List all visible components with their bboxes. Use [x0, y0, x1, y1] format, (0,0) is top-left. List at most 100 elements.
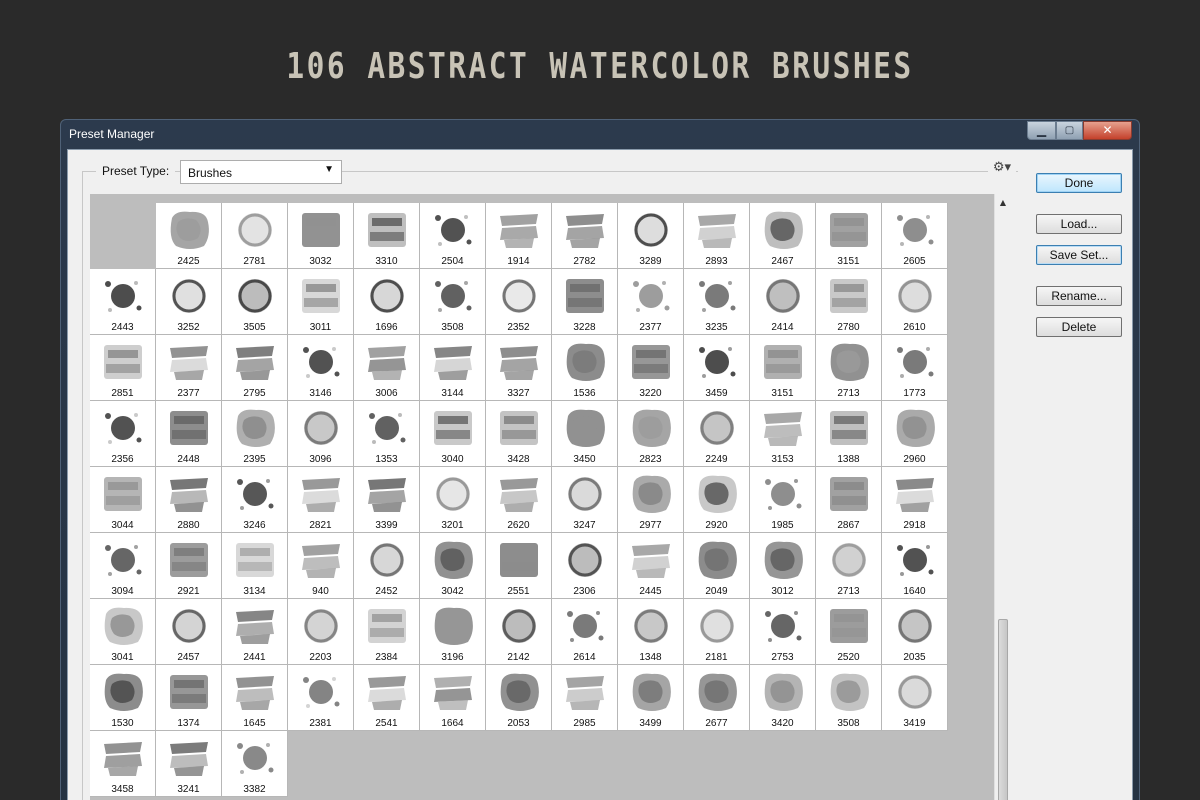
brush-preset-tile[interactable]: 3096 — [288, 401, 354, 467]
brush-preset-tile[interactable]: 3399 — [354, 467, 420, 533]
brush-preset-tile[interactable]: 1348 — [618, 599, 684, 665]
brush-preset-tile[interactable]: 2181 — [684, 599, 750, 665]
brush-preset-tile[interactable]: 2352 — [486, 269, 552, 335]
brush-preset-tile[interactable]: 1985 — [750, 467, 816, 533]
brush-preset-tile[interactable]: 3153 — [750, 401, 816, 467]
brush-preset-tile[interactable]: 1773 — [882, 335, 948, 401]
brush-preset-tile[interactable]: 2467 — [750, 203, 816, 269]
brush-preset-tile[interactable]: 2880 — [156, 467, 222, 533]
gear-icon[interactable]: ⚙▾ — [988, 160, 1016, 176]
brush-preset-tile[interactable]: 2381 — [288, 665, 354, 731]
brush-preset-tile[interactable]: 2445 — [618, 533, 684, 599]
brush-preset-tile[interactable]: 2985 — [552, 665, 618, 731]
brush-preset-tile[interactable]: 3006 — [354, 335, 420, 401]
brush-preset-tile[interactable]: 1914 — [486, 203, 552, 269]
brush-preset-tile[interactable]: 1645 — [222, 665, 288, 731]
brush-preset-tile[interactable]: 3450 — [552, 401, 618, 467]
brush-preset-tile[interactable]: 3151 — [750, 335, 816, 401]
brush-preset-tile[interactable]: 3228 — [552, 269, 618, 335]
brush-grid[interactable]: 2425 2781 3032 3310 2504 1914 2782 3289 … — [90, 194, 1010, 800]
brush-preset-tile[interactable]: 3220 — [618, 335, 684, 401]
brush-preset-tile[interactable]: 3247 — [552, 467, 618, 533]
brush-preset-tile[interactable]: 2780 — [816, 269, 882, 335]
brush-preset-tile[interactable]: 3032 — [288, 203, 354, 269]
brush-preset-tile[interactable]: 2377 — [618, 269, 684, 335]
close-button[interactable]: ✕ — [1083, 121, 1132, 140]
brush-preset-tile[interactable]: 2920 — [684, 467, 750, 533]
minimize-button[interactable]: ▁ — [1027, 121, 1056, 140]
brush-preset-tile[interactable]: 3420 — [750, 665, 816, 731]
brush-preset-tile[interactable]: 2306 — [552, 533, 618, 599]
brush-preset-tile[interactable]: 2605 — [882, 203, 948, 269]
brush-preset-tile[interactable]: 2448 — [156, 401, 222, 467]
brush-preset-tile[interactable]: 3012 — [750, 533, 816, 599]
brush-preset-tile[interactable]: 2425 — [156, 203, 222, 269]
load-button[interactable]: Load... — [1036, 214, 1122, 234]
brush-preset-tile[interactable]: 2821 — [288, 467, 354, 533]
brush-preset-tile[interactable]: 3459 — [684, 335, 750, 401]
brush-preset-tile[interactable]: 3196 — [420, 599, 486, 665]
brush-preset-tile[interactable]: 2713 — [816, 533, 882, 599]
brush-preset-tile[interactable]: 3044 — [90, 467, 156, 533]
brush-preset-tile[interactable]: 3011 — [288, 269, 354, 335]
brush-preset-tile[interactable]: 2457 — [156, 599, 222, 665]
brush-preset-tile[interactable]: 2249 — [684, 401, 750, 467]
brush-preset-tile[interactable]: 1353 — [354, 401, 420, 467]
brush-preset-tile[interactable]: 3241 — [156, 731, 222, 797]
brush-preset-tile[interactable]: 3235 — [684, 269, 750, 335]
brush-preset-tile[interactable]: 3201 — [420, 467, 486, 533]
brush-preset-tile[interactable]: 2142 — [486, 599, 552, 665]
brush-preset-tile[interactable]: 3094 — [90, 533, 156, 599]
brush-preset-tile[interactable]: 2551 — [486, 533, 552, 599]
brush-preset-tile[interactable]: 2414 — [750, 269, 816, 335]
brush-preset-tile[interactable]: 2504 — [420, 203, 486, 269]
brush-preset-tile[interactable]: 2377 — [156, 335, 222, 401]
brush-preset-tile[interactable]: 3151 — [816, 203, 882, 269]
scrollbar-thumb[interactable] — [998, 619, 1008, 800]
brush-preset-tile[interactable]: 1696 — [354, 269, 420, 335]
brush-preset-tile[interactable]: 2452 — [354, 533, 420, 599]
brush-preset-tile[interactable]: 2918 — [882, 467, 948, 533]
brush-preset-tile[interactable]: 2977 — [618, 467, 684, 533]
vertical-scrollbar[interactable]: ▲ ▼ — [994, 194, 1011, 800]
brush-preset-tile[interactable]: 1530 — [90, 665, 156, 731]
rename-button[interactable]: Rename... — [1036, 286, 1122, 306]
brush-preset-tile[interactable]: 2713 — [816, 335, 882, 401]
brush-preset-tile[interactable]: 1536 — [552, 335, 618, 401]
title-bar[interactable]: Preset Manager ▁ ▢ ✕ — [61, 120, 1139, 148]
brush-preset-tile[interactable]: 2893 — [684, 203, 750, 269]
brush-preset-tile[interactable]: 2610 — [882, 269, 948, 335]
brush-preset-tile[interactable]: 3042 — [420, 533, 486, 599]
brush-preset-tile[interactable]: 3246 — [222, 467, 288, 533]
brush-preset-tile[interactable]: 3252 — [156, 269, 222, 335]
brush-preset-tile[interactable]: 2356 — [90, 401, 156, 467]
brush-preset-tile[interactable]: 3041 — [90, 599, 156, 665]
delete-button[interactable]: Delete — [1036, 317, 1122, 337]
brush-preset-tile[interactable]: 3419 — [882, 665, 948, 731]
brush-preset-tile[interactable]: 3382 — [222, 731, 288, 797]
brush-preset-tile[interactable]: 2049 — [684, 533, 750, 599]
brush-preset-tile[interactable]: 2823 — [618, 401, 684, 467]
done-button[interactable]: Done — [1036, 173, 1122, 193]
brush-preset-tile[interactable]: 3134 — [222, 533, 288, 599]
brush-preset-tile[interactable]: 3458 — [90, 731, 156, 797]
brush-preset-tile[interactable]: 2921 — [156, 533, 222, 599]
brush-preset-tile[interactable]: 940 — [288, 533, 354, 599]
brush-preset-tile[interactable]: 3146 — [288, 335, 354, 401]
brush-preset-tile[interactable]: 2384 — [354, 599, 420, 665]
brush-preset-tile[interactable]: 2782 — [552, 203, 618, 269]
brush-preset-tile[interactable]: 2781 — [222, 203, 288, 269]
brush-preset-tile[interactable]: 1664 — [420, 665, 486, 731]
maximize-button[interactable]: ▢ — [1056, 121, 1083, 140]
brush-preset-tile[interactable]: 2541 — [354, 665, 420, 731]
brush-preset-tile[interactable]: 2851 — [90, 335, 156, 401]
brush-preset-tile[interactable]: 2443 — [90, 269, 156, 335]
brush-preset-tile[interactable]: 1640 — [882, 533, 948, 599]
brush-preset-tile[interactable]: 3505 — [222, 269, 288, 335]
brush-preset-tile[interactable]: 2035 — [882, 599, 948, 665]
brush-preset-tile[interactable]: 1374 — [156, 665, 222, 731]
brush-preset-tile[interactable]: 3508 — [816, 665, 882, 731]
brush-preset-tile[interactable]: 3144 — [420, 335, 486, 401]
save-set-button[interactable]: Save Set... — [1036, 245, 1122, 265]
brush-preset-tile[interactable]: 3499 — [618, 665, 684, 731]
